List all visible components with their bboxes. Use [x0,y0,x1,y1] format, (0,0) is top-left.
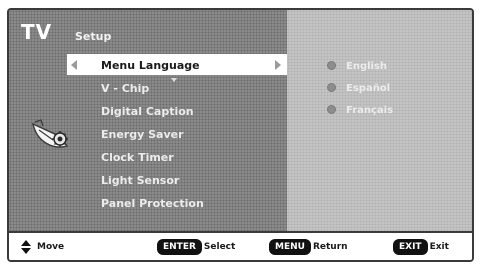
exit-key-badge: EXIT [393,239,428,255]
menu-label: Return [312,242,348,252]
radio-icon [327,82,336,92]
menu-item-digital-caption[interactable]: Digital Caption [101,100,204,123]
menu-item-menu-language[interactable]: Menu Language [101,54,204,77]
language-option-francais[interactable]: Français [327,100,393,122]
exit-label: Exit [429,242,449,252]
move-label: Move [37,242,65,252]
menu-area: TV Setup Menu Language V - Chip Digital … [9,10,472,231]
menu-item-panel-protection[interactable]: Panel Protection [101,192,204,215]
enter-hint[interactable]: ENTER Select [157,239,235,255]
exit-hint[interactable]: EXIT Exit [393,239,449,255]
menu-item-clock-timer[interactable]: Clock Timer [101,146,204,169]
language-option-espanol[interactable]: Español [327,78,393,100]
satellite-dish-icon [32,119,69,148]
menu-item-light-sensor[interactable]: Light Sensor [101,169,204,192]
footer-hint-bar: Move ENTER Select MENU Return EXIT Exit [9,231,472,260]
option-label: Español [346,83,391,94]
menu-hint[interactable]: MENU Return [269,239,348,255]
language-option-list: English Español Français [327,56,393,122]
section-title: Setup [75,30,112,43]
menu-key-badge: MENU [269,239,311,255]
menu-item-energy-saver[interactable]: Energy Saver [101,123,204,146]
option-label: English [346,61,388,72]
tv-label: TV [21,20,53,44]
enter-key-badge: ENTER [157,239,202,255]
setup-menu-list: Menu Language V - Chip Digital Caption E… [101,54,204,215]
move-hint: Move [21,239,64,255]
language-option-english[interactable]: English [327,56,393,78]
up-down-arrow-icon [21,239,31,255]
tv-setup-screen: TV Setup Menu Language V - Chip Digital … [7,8,474,262]
left-arrow-icon[interactable] [71,60,77,70]
radio-icon [327,60,336,70]
right-arrow-icon[interactable] [275,60,281,70]
menu-item-v-chip[interactable]: V - Chip [101,77,204,100]
enter-label: Select [203,242,236,252]
option-label: Français [346,105,394,116]
radio-icon [327,104,336,114]
